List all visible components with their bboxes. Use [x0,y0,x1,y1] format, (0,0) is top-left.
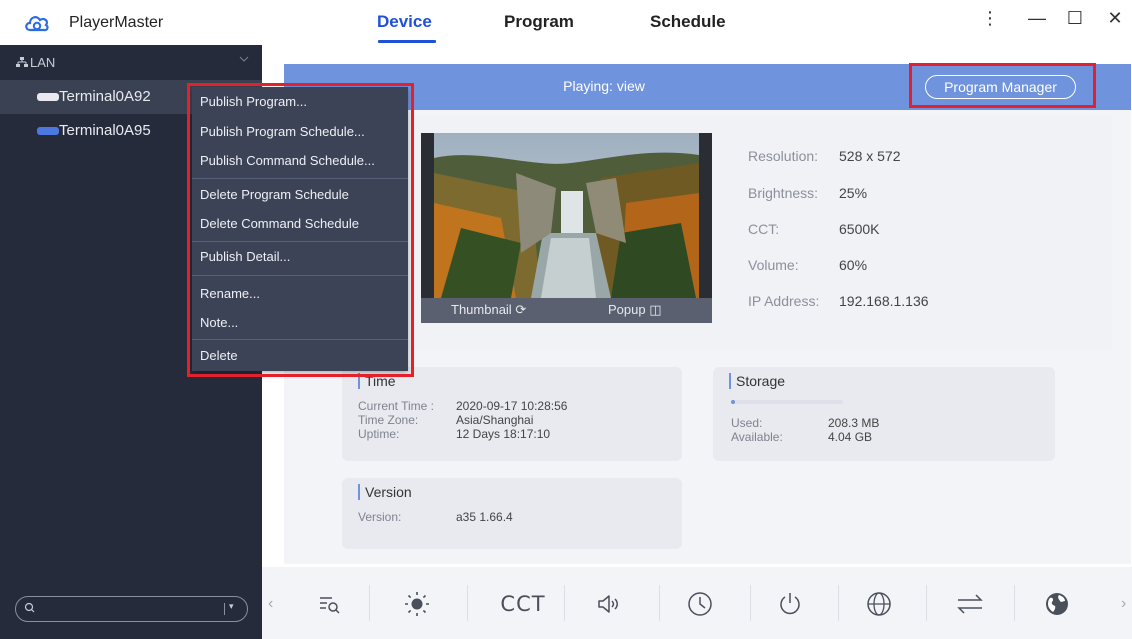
network-icon[interactable] [859,587,899,621]
clock-icon[interactable] [680,587,720,621]
storage-usage-bar [731,400,843,404]
thumbnail-refresh-button[interactable]: Thumbnail ⟳ [451,302,526,318]
storage-card: Storage Used: 208.3 MB Available: 4.04 G… [713,367,1055,461]
storage-card-title: Storage [729,373,785,389]
list-search-icon[interactable] [310,587,350,621]
app-logo-icon [25,16,49,32]
uptime-value: 12 Days 18:17:10 [456,427,551,441]
cct-toolbar-label: CCT [500,592,546,616]
terminal-label: Terminal0A92 [59,88,151,105]
resolution-label: Resolution: [748,148,819,164]
terminal-label: Terminal0A95 [59,122,151,139]
version-value: a35 1.66.4 [456,510,513,524]
version-card: Version Version: a35 1.66.4 [342,478,682,549]
cct-icon[interactable]: CCT [498,587,548,621]
tab-active-indicator [378,40,436,43]
uptime-label: Uptime: [358,427,400,441]
minimize-button[interactable]: — [1024,6,1050,30]
power-icon[interactable] [770,587,810,621]
more-options-icon[interactable]: ⋮ [977,6,1003,30]
popup-window-icon: ◫ [645,302,662,317]
volume-value: 60% [839,257,868,273]
network-globe-glyph [867,592,891,616]
brightness-label: Brightness: [748,185,819,201]
lan-group-label: LAN [30,55,56,70]
ip-address-label: IP Address: [748,293,820,309]
current-time-value: 2020-09-17 10:28:56 [456,399,568,413]
network-tree-icon [16,57,28,67]
lan-group-header[interactable]: LAN [0,45,262,81]
time-zone-label: Time Zone: [358,413,419,427]
app-title: PlayerMaster [69,14,164,31]
chevron-down-icon[interactable] [239,55,249,63]
storage-used-value: 208.3 MB [828,416,880,430]
toolbar-divider [659,585,660,621]
sun-glyph [405,592,429,616]
popup-label: Popup [608,302,646,317]
terminal-device-icon [37,127,59,135]
search-filter-dropdown-icon[interactable]: ▾ [229,601,234,612]
search-divider [224,603,225,615]
tab-device[interactable]: Device [377,12,432,32]
landscape-preview-image [421,133,712,298]
power-glyph [780,593,800,615]
thumbnail-label: Thumbnail [451,302,512,317]
toolbar-divider [926,585,927,621]
tab-schedule[interactable]: Schedule [650,12,726,32]
storage-used-label: Used: [731,416,763,430]
toolbar-divider [467,585,468,621]
toolbar-scroll-right-icon[interactable]: › [1121,595,1126,613]
transfer-icon[interactable] [950,587,990,621]
device-toolbar: ‹ CCT › [262,567,1132,639]
clock-glyph [688,592,712,616]
close-button[interactable]: ✕ [1102,6,1128,30]
volume-label: Volume: [748,257,799,273]
version-card-title: Version [358,484,412,500]
terminal-device-icon [37,93,59,101]
speaker-glyph [598,595,618,613]
storage-usage-fill [731,400,736,404]
preview-controls-bar: Thumbnail ⟳ Popup ◫ [421,298,712,323]
brightness-icon[interactable] [397,587,437,621]
globe-icon[interactable] [1037,587,1077,621]
search-input[interactable] [38,601,178,617]
version-label: Version: [358,510,402,524]
list-search-glyph [320,597,340,614]
volume-icon[interactable] [588,587,628,621]
terminal-search[interactable]: ▾ [15,596,248,622]
toolbar-divider [1014,585,1015,621]
app-window: PlayerMaster Device Program Schedule ⋮ —… [0,0,1132,639]
resolution-value: 528 x 572 [839,148,901,164]
current-time-label: Current Time : [358,399,435,413]
transfer-arrows-glyph [957,594,983,614]
cct-value: 6500K [839,221,880,237]
search-icon [24,602,35,613]
maximize-button[interactable]: ☐ [1062,6,1088,30]
popup-button[interactable]: Popup ◫ [608,302,662,318]
context-menu-highlight [187,83,414,377]
toolbar-divider [564,585,565,621]
toolbar-divider [838,585,839,621]
preview-thumbnail: Thumbnail ⟳ Popup ◫ [421,133,712,323]
toolbar-divider [750,585,751,621]
storage-available-label: Available: [731,430,783,444]
toolbar-divider [369,585,370,621]
storage-available-value: 4.04 GB [828,430,873,444]
time-card: Time Current Time : 2020-09-17 10:28:56 … [342,367,682,461]
time-zone-value: Asia/Shanghai [456,413,534,427]
ip-address-value: 192.168.1.136 [839,293,929,309]
refresh-icon: ⟳ [511,302,527,317]
tab-program[interactable]: Program [504,12,574,32]
brightness-value: 25% [839,185,868,201]
toolbar-scroll-left-icon[interactable]: ‹ [268,595,273,613]
cct-label: CCT: [748,221,780,237]
title-bar: PlayerMaster Device Program Schedule ⋮ —… [0,0,1132,45]
world-glyph [1046,593,1068,615]
program-manager-highlight [909,63,1096,108]
